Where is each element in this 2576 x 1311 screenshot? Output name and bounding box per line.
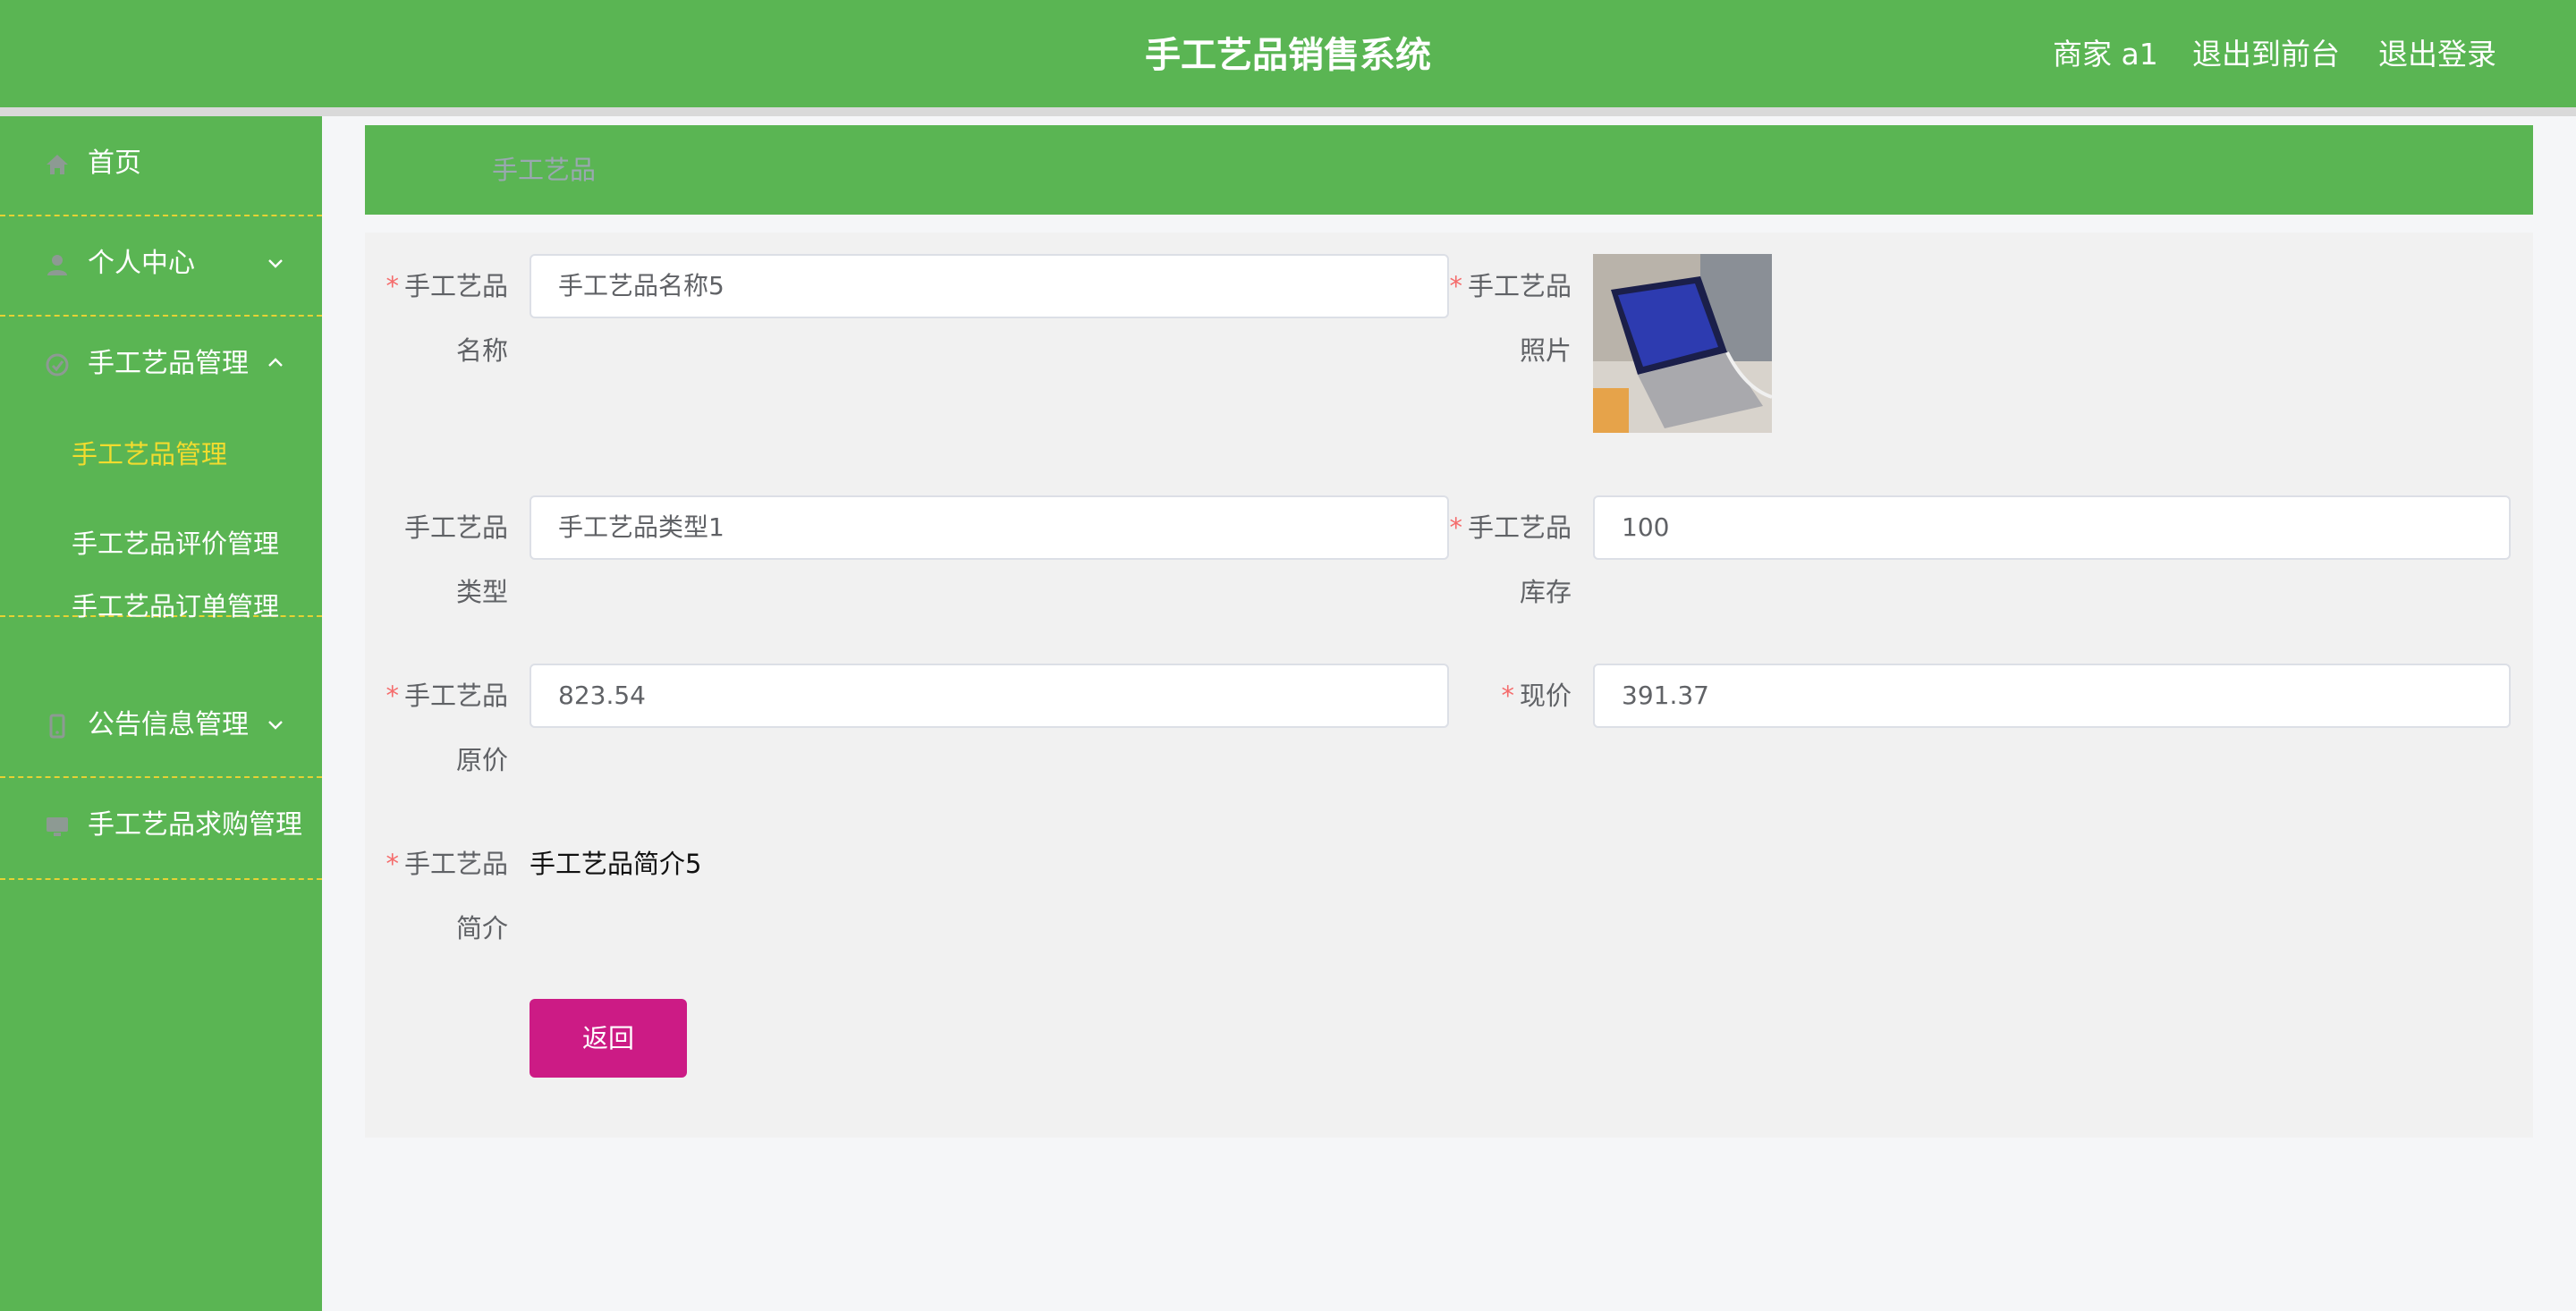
exit-to-frontend-link[interactable]: 退出到前台 [2192, 32, 2340, 77]
name-label: * 手工艺品 名称 [386, 271, 508, 366]
notice-icon [49, 714, 65, 739]
breadcrumb-current[interactable]: 手工艺品 [492, 148, 596, 192]
required-mark: * [1501, 681, 1514, 711]
required-mark: * [1449, 512, 1462, 543]
laptop-photo-image [1593, 254, 1772, 433]
submenu-item-review-management[interactable]: 手工艺品评价管理 [0, 499, 322, 588]
submenu-item-label: 手工艺品管理 [72, 439, 228, 469]
required-mark: * [386, 681, 399, 711]
intro-value: 手工艺品简介5 [530, 849, 702, 879]
home-icon [47, 155, 68, 174]
original-price-field[interactable]: 823.54 [530, 664, 1449, 728]
required-mark: * [1449, 271, 1462, 301]
sidebar-item-craft-management[interactable]: 手工艺品管理 手工艺品管理 手工艺品评价管理 手工艺品订单管理 [0, 317, 322, 622]
craft-photo[interactable] [1593, 254, 1772, 433]
intro-label: * 手工艺品 简介 [386, 849, 508, 943]
craft-icon [46, 353, 69, 376]
sidebar-item-label: 手工艺品求购管理 [88, 809, 302, 841]
sidebar-item-purchase-request-management[interactable]: 手工艺品求购管理 [0, 778, 322, 880]
submenu-item-craft-management[interactable]: 手工艺品管理 [0, 410, 322, 499]
app-title: 手工艺品销售系统 [1145, 35, 1431, 76]
monitor-icon [47, 817, 68, 836]
name-field[interactable]: 手工艺品名称5 [530, 254, 1449, 318]
chevron-down-icon [268, 721, 283, 730]
stock-field[interactable]: 100 [1593, 495, 2511, 560]
original-price-label: * 手工艺品 原价 [386, 681, 508, 775]
user-label: 商家 a1 [2053, 37, 2158, 72]
top-header: 手工艺品销售系统 商家 a1 退出到前台 退出登录 [0, 0, 2576, 107]
breadcrumb: 手工艺品 [365, 125, 2533, 215]
sidebar-item-profile[interactable]: 个人中心 [0, 216, 322, 317]
sidebar-item-label: 手工艺品管理 [88, 348, 249, 379]
back-button[interactable]: 返回 [530, 999, 687, 1078]
submenu-item-order-management[interactable]: 手工艺品订单管理 [0, 588, 322, 622]
sidebar-item-notice-management[interactable]: 公告信息管理 [0, 678, 322, 778]
required-mark: * [386, 271, 399, 301]
sidebar-item-home[interactable]: 首页 [0, 116, 322, 216]
submenu-item-label: 手工艺品评价管理 [72, 529, 280, 559]
header-divider [0, 107, 2576, 116]
chevron-down-icon [268, 259, 283, 268]
submenu-item-label: 手工艺品订单管理 [72, 591, 280, 622]
logout-link[interactable]: 退出登录 [2378, 32, 2496, 77]
sidebar-item-label: 首页 [88, 148, 141, 179]
photo-label: * 手工艺品 照片 [1449, 271, 1572, 366]
type-label: 手工艺品 类型 [403, 512, 508, 607]
chevron-up-icon [268, 358, 283, 367]
sidebar-item-label: 公告信息管理 [88, 709, 249, 740]
sidebar-item-label: 个人中心 [88, 248, 195, 279]
stock-label: * 手工艺品 库存 [1449, 512, 1572, 607]
current-price-field[interactable]: 391.37 [1593, 664, 2511, 728]
sidebar: 首页 个人中心 手工艺品管理 手工艺品管理 手工艺品评价管理 手工艺品订单管理 [0, 116, 322, 1311]
type-field[interactable]: 手工艺品类型1 [530, 495, 1449, 560]
user-icon [47, 255, 67, 275]
current-price-label: * 现价 [1501, 681, 1572, 711]
required-mark: * [386, 849, 399, 879]
